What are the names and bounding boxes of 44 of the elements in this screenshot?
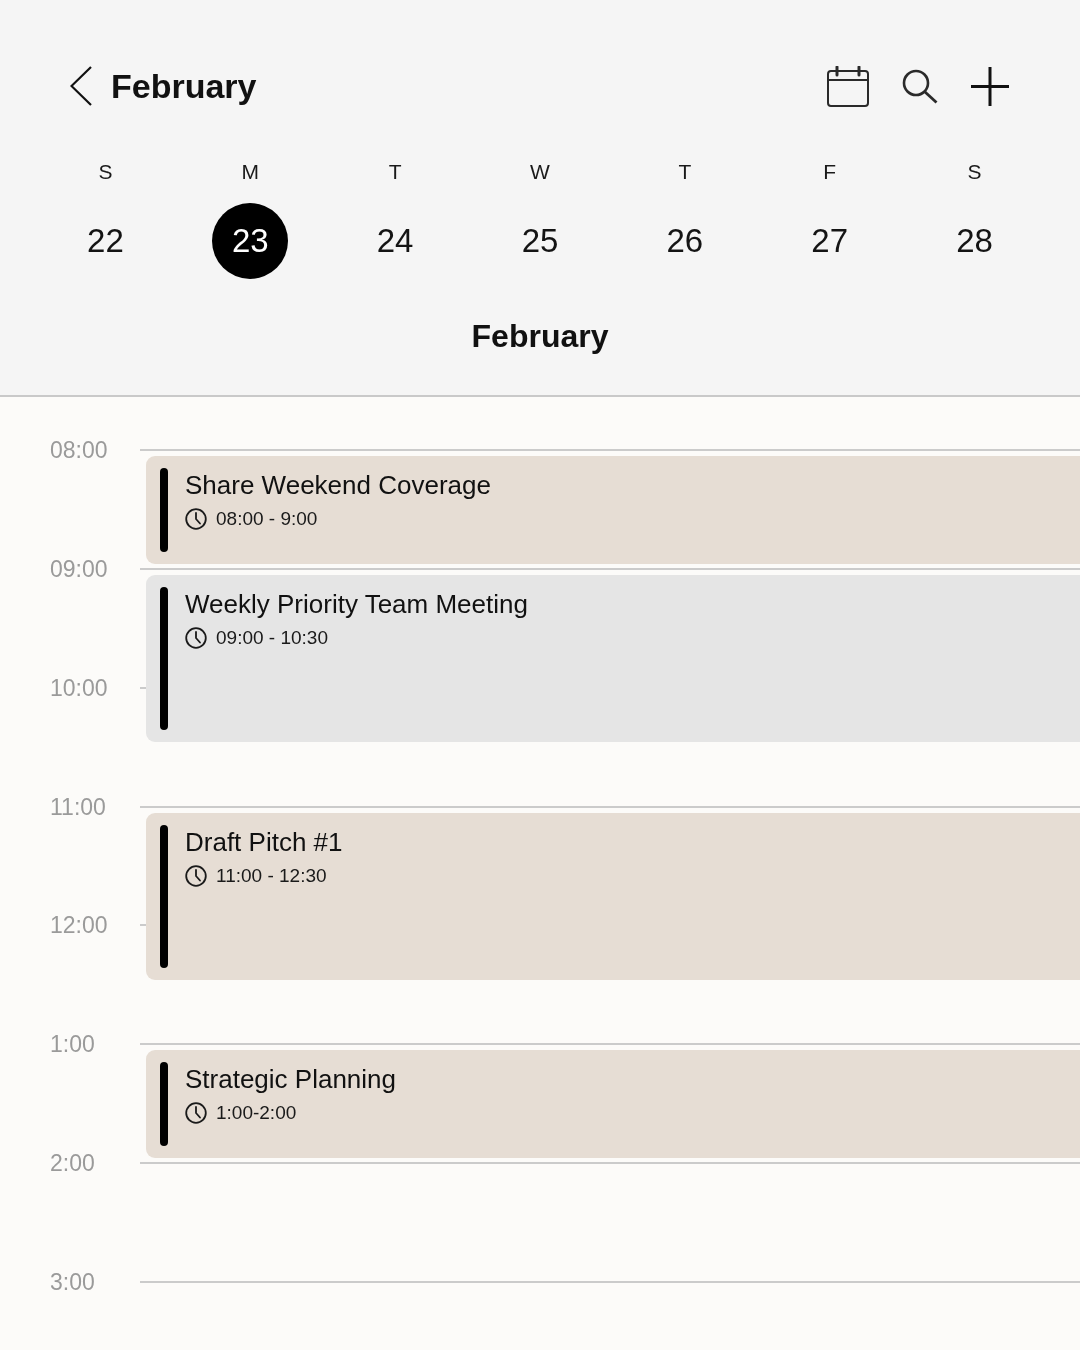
event-time: 11:00 - 12:30 bbox=[216, 863, 327, 888]
time-label: 11:00 bbox=[50, 792, 106, 821]
event-card[interactable]: Strategic Planning 1:00-2:00 bbox=[146, 1050, 1080, 1159]
clock-icon bbox=[185, 864, 207, 887]
time-label: 09:00 bbox=[50, 554, 108, 583]
weekday-label: M bbox=[241, 159, 259, 185]
day-number[interactable]: 24 bbox=[357, 203, 434, 279]
month-label: February bbox=[471, 317, 609, 356]
header-title: February bbox=[111, 66, 257, 106]
day-number[interactable]: 26 bbox=[646, 203, 723, 279]
time-label: 1:00 bbox=[50, 1030, 95, 1059]
weekday-label: F bbox=[823, 159, 837, 185]
weekday-label: S bbox=[967, 159, 982, 185]
weekday-label: T bbox=[678, 159, 692, 185]
event-title: Weekly Priority Team Meeting bbox=[185, 588, 528, 619]
time-label: 08:00 bbox=[50, 436, 108, 464]
clock-icon bbox=[185, 626, 207, 649]
event-card[interactable]: Share Weekend Coverage 08:00 - 9:00 bbox=[146, 456, 1080, 564]
clock-icon bbox=[185, 508, 207, 530]
day-number[interactable]: 22 bbox=[67, 203, 144, 279]
day-number[interactable]: 23 bbox=[212, 203, 289, 279]
clock-icon bbox=[185, 1102, 207, 1125]
event-time: 09:00 - 10:30 bbox=[216, 625, 328, 650]
day-number[interactable]: 27 bbox=[791, 203, 868, 279]
weekday-label: W bbox=[530, 159, 550, 185]
event-card[interactable]: Draft Pitch #1 11:00 - 12:30 bbox=[146, 812, 1080, 980]
plus-icon[interactable] bbox=[971, 66, 1009, 106]
calendar-icon[interactable] bbox=[827, 65, 869, 107]
time-label: 2:00 bbox=[50, 1149, 95, 1178]
weekday-label: S bbox=[98, 159, 113, 185]
search-icon[interactable] bbox=[902, 68, 938, 104]
event-title: Share Weekend Coverage bbox=[185, 470, 491, 500]
time-label: 3:00 bbox=[50, 1267, 95, 1296]
time-label: 12:00 bbox=[50, 911, 108, 940]
back-icon[interactable] bbox=[70, 66, 92, 106]
event-card[interactable]: Weekly Priority Team Meeting 09:00 - 10:30 bbox=[146, 574, 1080, 743]
day-number[interactable]: 28 bbox=[936, 203, 1013, 279]
weekday-label: T bbox=[388, 159, 402, 185]
event-title: Strategic Planning bbox=[185, 1064, 397, 1095]
event-time: 1:00-2:00 bbox=[216, 1101, 297, 1126]
event-title: Draft Pitch #1 bbox=[185, 826, 343, 857]
time-label: 10:00 bbox=[50, 673, 108, 702]
event-time: 08:00 - 9:00 bbox=[216, 507, 318, 531]
day-number[interactable]: 25 bbox=[502, 203, 578, 279]
